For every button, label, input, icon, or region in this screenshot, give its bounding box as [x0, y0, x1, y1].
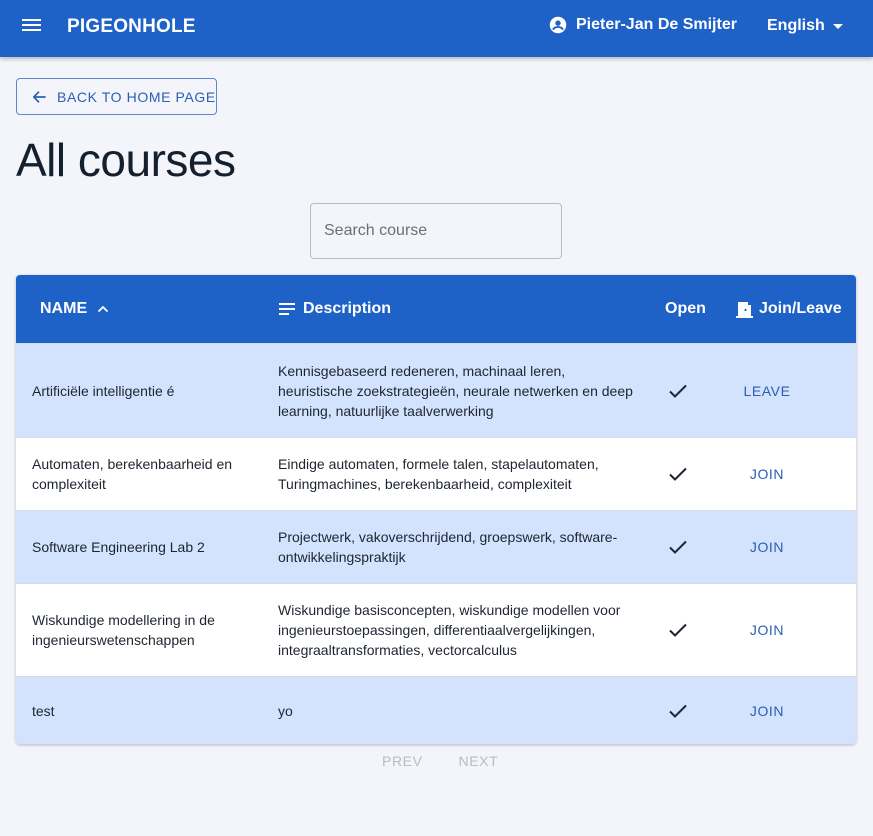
leave-button[interactable]: LEAVE [735, 377, 798, 405]
caret-down-icon [832, 23, 843, 29]
column-name-label: NAME [40, 300, 88, 317]
app-brand[interactable]: PIGEONHOLE [67, 16, 196, 38]
pagination: PREV NEXT [382, 753, 498, 769]
back-to-home-button[interactable]: BACK TO HOME PAGE [16, 78, 217, 115]
back-button-label: BACK TO HOME PAGE [57, 88, 216, 105]
chevron-up-icon[interactable] [97, 303, 109, 315]
column-header-description: Description [279, 275, 391, 343]
page-title: All courses [16, 134, 236, 186]
search-input[interactable] [310, 203, 562, 259]
course-description: Kennisgebaseerd redeneren, machinaal ler… [278, 362, 633, 419]
join-button[interactable]: JOIN [742, 533, 792, 561]
join-button[interactable]: JOIN [742, 697, 792, 725]
course-name: test [32, 702, 55, 719]
open-status [666, 438, 690, 510]
course-description: Wiskundige basisconcepten, wiskundige mo… [278, 602, 621, 658]
check-icon [669, 540, 687, 554]
menu-icon[interactable] [22, 17, 42, 41]
column-join-leave-label: Join/Leave [759, 300, 842, 317]
check-icon [669, 623, 687, 637]
column-header-join-leave: Join/Leave [736, 275, 842, 343]
open-status [666, 677, 690, 744]
open-status [666, 344, 690, 437]
courses-table: NAME Description Open Join/Leave Artific… [16, 275, 856, 744]
column-header-name[interactable]: NAME [40, 275, 109, 343]
column-open-label: Open [665, 300, 706, 317]
join-button[interactable]: JOIN [742, 616, 792, 644]
language-label: English [767, 17, 825, 34]
table-row: test yo JOIN [16, 676, 856, 744]
account-circle-icon [549, 16, 567, 34]
course-name: Artificiële intelligentie é [32, 382, 175, 399]
next-button[interactable]: NEXT [459, 753, 499, 769]
open-status [666, 584, 690, 676]
join-button[interactable]: JOIN [742, 460, 792, 488]
language-selector[interactable]: English [767, 17, 843, 35]
course-description: Eindige automaten, formele talen, stapel… [278, 456, 599, 492]
user-menu[interactable]: Pieter-Jan De Smijter [549, 16, 737, 34]
column-header-open: Open [665, 275, 706, 343]
table-row: Automaten, berekenbaarheid en complexite… [16, 437, 856, 510]
course-description: yo [278, 702, 293, 719]
notes-icon [279, 303, 295, 315]
course-description: Projectwerk, vakoverschrijdend, groepswe… [278, 529, 618, 565]
table-header: NAME Description Open Join/Leave [16, 275, 856, 343]
column-description-label: Description [303, 300, 392, 317]
course-name: Automaten, berekenbaarheid en complexite… [32, 456, 233, 492]
check-icon [669, 467, 687, 481]
table-row: Wiskundige modellering in de ingenieursw… [16, 583, 856, 676]
table-row: Software Engineering Lab 2 Projectwerk, … [16, 510, 856, 583]
arrow-left-icon [32, 90, 46, 103]
open-status [666, 511, 690, 583]
user-name: Pieter-Jan De Smijter [576, 16, 737, 33]
table-row: Artificiële intelligentie é Kennisgebase… [16, 343, 856, 437]
prev-button[interactable]: PREV [382, 753, 423, 769]
course-name: Wiskundige modellering in de ingenieursw… [32, 612, 215, 648]
app-bar: PIGEONHOLE Pieter-Jan De Smijter English [0, 0, 873, 57]
door-open-icon [736, 301, 753, 318]
check-icon [669, 384, 687, 398]
course-name: Software Engineering Lab 2 [32, 539, 205, 555]
check-icon [669, 704, 687, 718]
